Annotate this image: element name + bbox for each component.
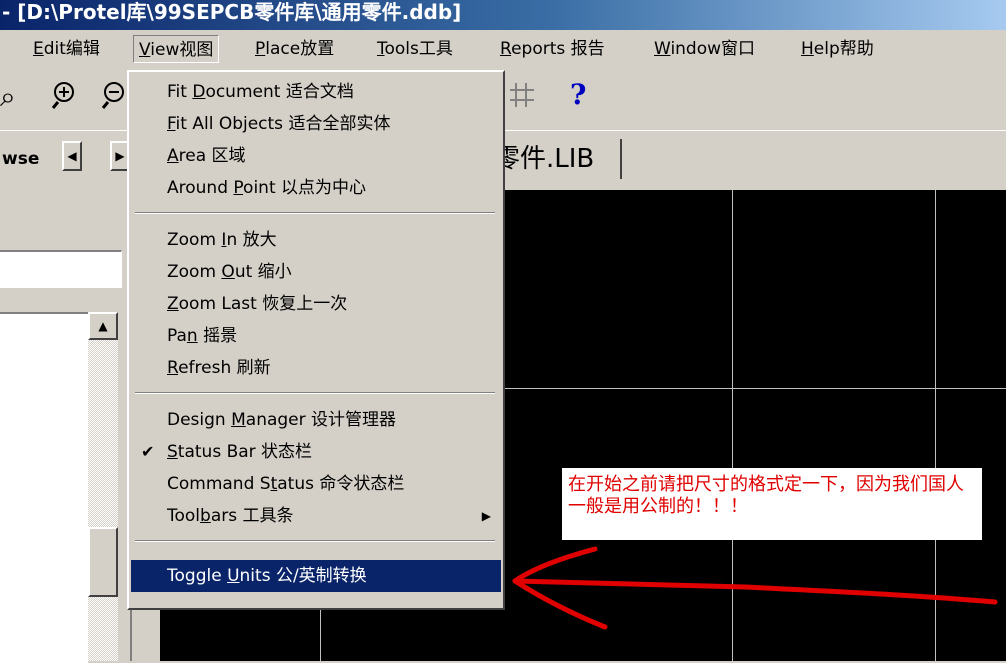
tab-document[interactable]: 零件.LIB <box>490 139 622 179</box>
vertical-scrollbar[interactable]: ▲ <box>88 312 118 661</box>
view-menu-item[interactable]: Command Status 命令状态栏 <box>131 468 501 500</box>
menu-view[interactable]: View视图 <box>133 35 220 63</box>
view-menu-item[interactable]: ✔ Status Bar 状态栏 <box>131 436 501 468</box>
menu-separator <box>135 392 495 394</box>
view-menu-item[interactable]: Zoom In 放大 <box>131 224 501 256</box>
help-icon[interactable]: ? <box>570 78 586 112</box>
view-menu-item-label: Status Bar 状态栏 <box>167 442 313 462</box>
zoom-in-icon[interactable] <box>50 80 80 118</box>
component-list[interactable] <box>0 312 88 663</box>
view-menu-item[interactable]: Fit All Objects 适合全部实体 <box>131 108 501 140</box>
view-menu-item-label: Zoom In 放大 <box>167 230 277 250</box>
menu-bar: Edit编辑 View视图 Place放置 Tools工具 Reports 报告… <box>0 30 1006 70</box>
menu-label: Tools工具 <box>377 39 453 59</box>
view-menu-item-label: Design Manager 设计管理器 <box>167 410 397 430</box>
menu-label: Edit编辑 <box>33 39 100 59</box>
view-menu-item-label: Fit Document 适合文档 <box>167 82 354 102</box>
submenu-arrow-icon: ▶ <box>481 509 491 523</box>
view-menu-item[interactable]: Area 区域 <box>131 140 501 172</box>
annotation-text: 在开始之前请把尺寸的格式定一下，因为我们国人一般是用公制的！！！ <box>568 474 964 517</box>
view-menu-item[interactable]: Pan 摇景 <box>131 320 501 352</box>
menu-place[interactable]: Place放置 <box>250 35 339 63</box>
view-menu-item-label: Pan 摇景 <box>167 326 238 346</box>
view-menu-item[interactable]: Toggle Units 公/英制转换 <box>131 560 501 592</box>
menu-label: View视图 <box>139 40 214 60</box>
scroll-thumb[interactable] <box>88 527 118 597</box>
browse-panel: ▲ <box>0 190 130 663</box>
menu-label: Help帮助 <box>801 39 874 59</box>
menu-label: Reports 报告 <box>500 39 605 59</box>
view-menu-item[interactable]: Around Point 以点为中心 <box>131 172 501 204</box>
scroll-up-icon[interactable]: ▲ <box>88 312 118 340</box>
view-menu-item-label: Area 区域 <box>167 146 246 166</box>
checkmark-icon: ✔ <box>141 442 155 461</box>
view-menu-item-label: Toggle Units 公/英制转换 <box>167 566 367 586</box>
left-arrow-icon[interactable]: ◀ <box>62 141 82 171</box>
view-menu-item-label: Around Point 以点为中心 <box>167 178 367 198</box>
view-menu-item[interactable]: Zoom Last 恢复上一次 <box>131 288 501 320</box>
menu-separator <box>135 212 495 214</box>
annotation-arrow-icon <box>512 546 998 630</box>
menu-help[interactable]: Help帮助 <box>796 35 879 63</box>
menu-reports[interactable]: Reports 报告 <box>495 35 610 63</box>
view-menu-item-label: Refresh 刷新 <box>167 358 271 378</box>
browse-filter-input[interactable] <box>0 250 122 288</box>
view-menu-item[interactable]: Fit Document 适合文档 <box>131 76 501 108</box>
view-menu-item-label: Fit All Objects 适合全部实体 <box>167 114 391 134</box>
view-menu-item-label: Command Status 命令状态栏 <box>167 474 405 494</box>
zoom-out-icon[interactable] <box>100 80 130 118</box>
annotation-note: 在开始之前请把尺寸的格式定一下，因为我们国人一般是用公制的！！！ <box>562 468 982 540</box>
tab-document-label: 零件.LIB <box>494 144 595 174</box>
title-bar: - [D:\Protel库\99SEPCB零件库\通用零件.ddb] <box>0 0 1006 30</box>
view-menu-item[interactable]: Zoom Out 缩小 <box>131 256 501 288</box>
grid-icon[interactable] <box>507 80 537 118</box>
view-menu-item[interactable]: Design Manager 设计管理器 <box>131 404 501 436</box>
view-menu-item-label: Toolbars 工具条 <box>167 506 294 526</box>
menu-tools[interactable]: Tools工具 <box>372 35 458 63</box>
view-menu-item-label: Zoom Out 缩小 <box>167 262 292 282</box>
menu-separator <box>135 540 495 542</box>
menu-edit[interactable]: Edit编辑 <box>28 35 105 63</box>
view-menu-dropdown: Fit Document 适合文档 Fit All Objects 适合全部实体 A… <box>127 70 505 610</box>
view-menu-item[interactable]: Refresh 刷新 <box>131 352 501 384</box>
view-menu-item[interactable]: Toolbars 工具条 ▶ <box>131 500 501 532</box>
title-text: - [D:\Protel库\99SEPCB零件库\通用零件.ddb] <box>2 0 462 24</box>
menu-label: Place放置 <box>255 39 335 59</box>
browse-label: wse <box>2 149 40 169</box>
menu-window[interactable]: Window窗口 <box>649 35 760 63</box>
view-menu-item-label: Zoom Last 恢复上一次 <box>167 294 348 314</box>
menu-label: Window窗口 <box>654 39 756 59</box>
partial-toolbar-icon[interactable]: ⌕ <box>0 80 16 114</box>
